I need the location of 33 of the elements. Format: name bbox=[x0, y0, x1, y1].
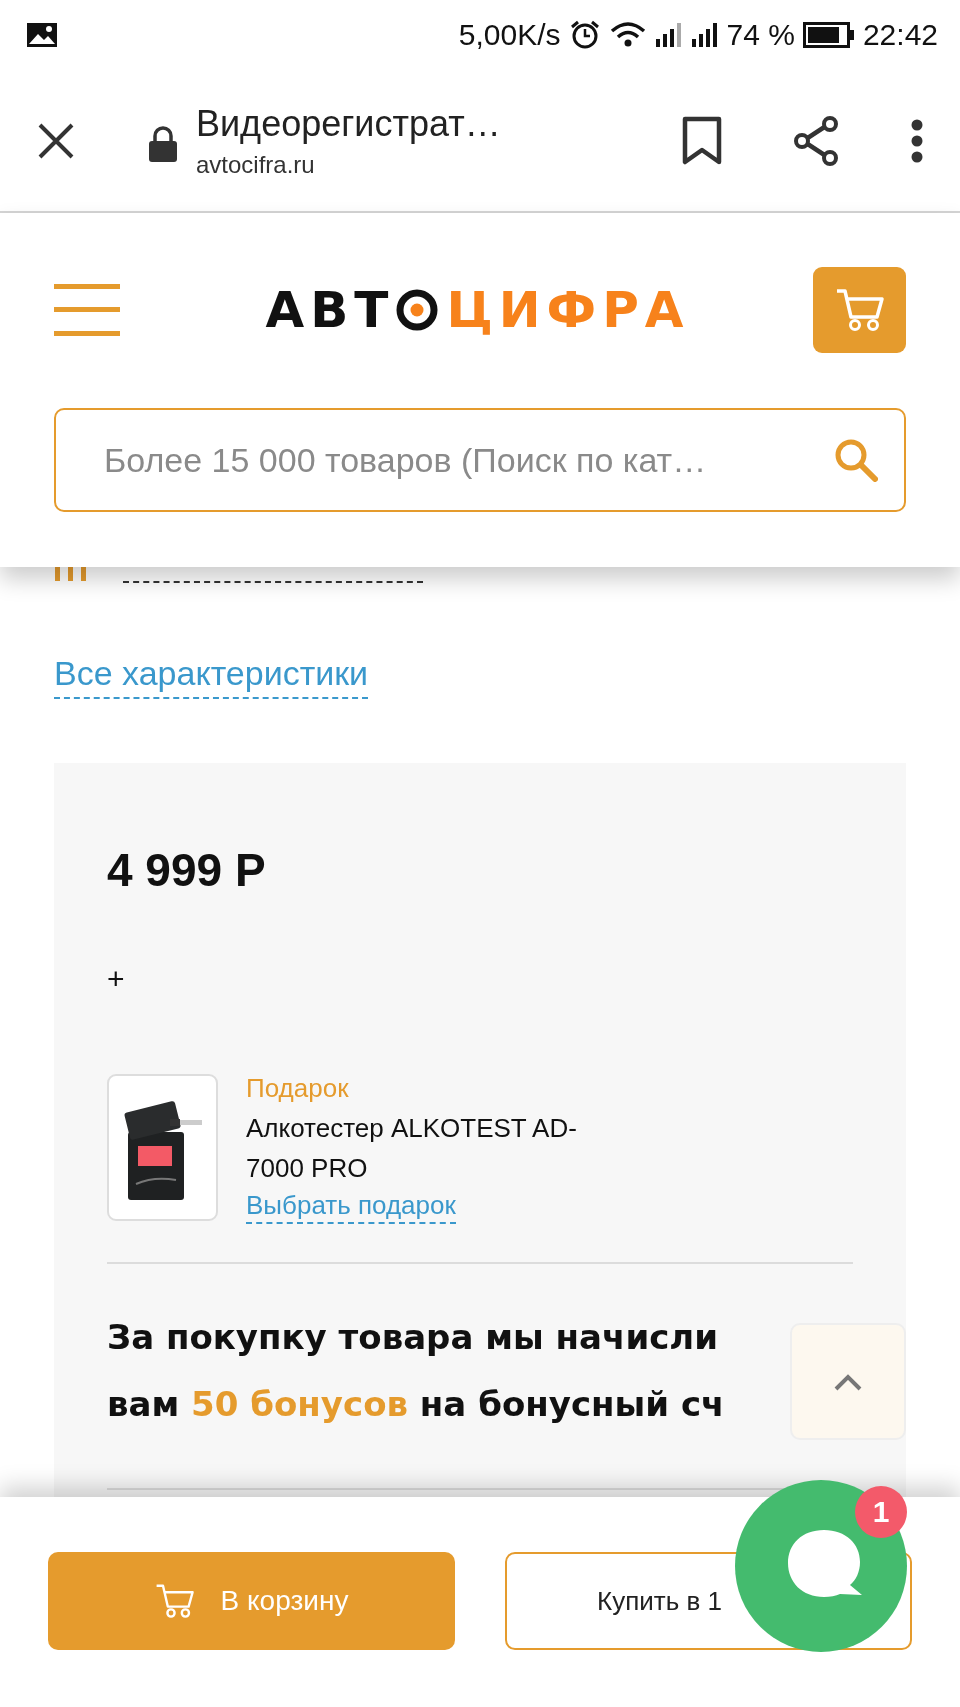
gift-label: Подарок bbox=[246, 1072, 350, 1105]
alarm-icon bbox=[568, 19, 601, 51]
image-icon bbox=[26, 22, 58, 48]
battery-icon bbox=[802, 22, 855, 48]
page-url: avtocifra.ru bbox=[196, 150, 316, 179]
bonus-text: За покупку товара мы начисли вам 50 бонусов на бонусный сч bbox=[107, 1316, 726, 1426]
cart-icon bbox=[834, 287, 885, 333]
logo-text: АВТ bbox=[265, 281, 395, 339]
chevron-up-icon bbox=[833, 1372, 863, 1391]
gift-thumbnail[interactable] bbox=[107, 1074, 218, 1221]
search-field[interactable]: Более 15 000 товаров (Поиск по кат… bbox=[54, 408, 906, 512]
close-icon bbox=[37, 121, 75, 160]
menu-icon bbox=[54, 283, 120, 337]
bookmark-icon bbox=[682, 115, 722, 166]
plus-sign: + bbox=[107, 962, 126, 996]
signal-icon bbox=[654, 21, 683, 49]
page-title: Видеорегистрат… bbox=[196, 102, 502, 145]
price: 4 999 Р bbox=[107, 843, 267, 898]
logo-text: ЦИФРА bbox=[446, 281, 690, 339]
specs-link[interactable]: Все характеристики bbox=[54, 654, 369, 699]
share-icon bbox=[791, 114, 841, 167]
battery-percent: 74 % bbox=[726, 18, 795, 52]
lock-icon bbox=[148, 125, 178, 162]
add-to-cart-button[interactable]: В корзину bbox=[48, 1552, 455, 1650]
clock: 22:42 bbox=[862, 18, 938, 52]
compare-icon bbox=[54, 567, 88, 581]
gift-name: Алкотестер ALKOTEST AD-7000 PRO bbox=[246, 1112, 578, 1185]
more-icon bbox=[911, 118, 923, 163]
wifi-icon bbox=[608, 21, 647, 49]
network-speed: 5,00K/s bbox=[458, 18, 561, 52]
choose-gift-link[interactable]: Выбрать подарок bbox=[246, 1188, 456, 1224]
cart-icon bbox=[154, 1582, 195, 1620]
signal-icon bbox=[690, 21, 719, 49]
